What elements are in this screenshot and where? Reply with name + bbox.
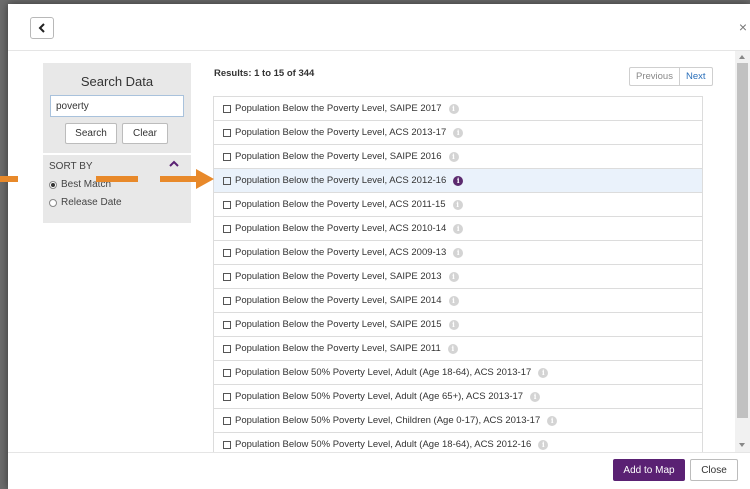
result-label: Population Below 50% Poverty Level, Chil… bbox=[235, 415, 541, 426]
sort-option-release-date[interactable]: Release Date bbox=[49, 197, 122, 208]
result-row[interactable]: Population Below the Poverty Level, SAIP… bbox=[214, 145, 702, 169]
results-list: Population Below the Poverty Level, SAIP… bbox=[213, 96, 703, 453]
result-label: Population Below 50% Poverty Level, Adul… bbox=[235, 367, 532, 378]
info-icon[interactable]: i bbox=[538, 367, 549, 378]
close-button[interactable]: Close bbox=[690, 459, 738, 481]
checkbox-icon[interactable] bbox=[223, 440, 231, 449]
info-icon[interactable]: i bbox=[453, 127, 464, 138]
radio-release-date[interactable] bbox=[49, 198, 57, 207]
checkbox-icon[interactable] bbox=[223, 152, 231, 161]
result-row[interactable]: Population Below 50% Poverty Level, Adul… bbox=[214, 361, 702, 385]
arrow-dash bbox=[96, 176, 138, 182]
result-label: Population Below 50% Poverty Level, Adul… bbox=[235, 439, 532, 450]
checkbox-icon[interactable] bbox=[223, 176, 231, 185]
result-label: Population Below the Poverty Level, ACS … bbox=[235, 199, 446, 210]
info-icon[interactable]: i bbox=[538, 439, 549, 450]
result-label: Population Below the Poverty Level, ACS … bbox=[235, 247, 447, 258]
add-to-map-button[interactable]: Add to Map bbox=[613, 459, 685, 481]
result-label: Population Below the Poverty Level, SAIP… bbox=[235, 295, 442, 306]
result-label: Population Below the Poverty Level, SAIP… bbox=[235, 319, 442, 330]
result-label: Population Below the Poverty Level, ACS … bbox=[235, 175, 447, 186]
checkbox-icon[interactable] bbox=[223, 368, 231, 377]
search-data-modal: × Search Data Search Clear SORT BY Best … bbox=[8, 4, 750, 489]
chevron-left-icon bbox=[38, 23, 45, 33]
info-icon[interactable]: i bbox=[452, 199, 463, 210]
info-icon[interactable]: i bbox=[448, 319, 459, 330]
previous-button[interactable]: Previous bbox=[630, 68, 680, 85]
checkbox-icon[interactable] bbox=[223, 104, 231, 113]
result-label: Population Below the Poverty Level, SAIP… bbox=[235, 343, 441, 354]
header-divider bbox=[8, 50, 750, 51]
result-row[interactable]: Population Below the Poverty Level, SAIP… bbox=[214, 97, 702, 121]
back-button[interactable] bbox=[30, 17, 54, 39]
info-icon[interactable]: i bbox=[453, 247, 464, 258]
arrow-dash bbox=[0, 176, 18, 182]
result-row[interactable]: Population Below the Poverty Level, SAIP… bbox=[214, 313, 702, 337]
sort-option-label: Release Date bbox=[61, 197, 122, 208]
result-row[interactable]: Population Below the Poverty Level, ACS … bbox=[214, 193, 702, 217]
search-button[interactable]: Search bbox=[65, 123, 117, 144]
scrollbar[interactable] bbox=[735, 51, 750, 452]
result-label: Population Below the Poverty Level, SAIP… bbox=[235, 151, 442, 162]
info-icon[interactable]: i bbox=[448, 295, 459, 306]
radio-best-match[interactable] bbox=[49, 180, 57, 189]
result-label: Population Below the Poverty Level, ACS … bbox=[235, 223, 447, 234]
scroll-thumb[interactable] bbox=[737, 63, 748, 418]
arrow-dash bbox=[160, 176, 196, 182]
info-icon[interactable]: i bbox=[530, 391, 541, 402]
checkbox-icon[interactable] bbox=[223, 224, 231, 233]
checkbox-icon[interactable] bbox=[223, 248, 231, 257]
arrow-head-icon bbox=[196, 169, 214, 189]
checkbox-icon[interactable] bbox=[223, 416, 231, 425]
result-row[interactable]: Population Below 50% Poverty Level, Adul… bbox=[214, 433, 702, 453]
checkbox-icon[interactable] bbox=[223, 200, 231, 209]
info-icon[interactable]: i bbox=[448, 271, 459, 282]
info-icon[interactable]: i bbox=[453, 223, 464, 234]
info-icon[interactable]: i bbox=[448, 151, 459, 162]
result-row[interactable]: Population Below the Poverty Level, ACS … bbox=[214, 241, 702, 265]
sort-panel: SORT BY Best Match Release Date bbox=[43, 155, 191, 223]
result-row[interactable]: Population Below 50% Poverty Level, Chil… bbox=[214, 409, 702, 433]
clear-button[interactable]: Clear bbox=[122, 123, 168, 144]
result-row[interactable]: Population Below 50% Poverty Level, Adul… bbox=[214, 385, 702, 409]
next-button[interactable]: Next bbox=[680, 68, 712, 85]
chevron-up-icon[interactable] bbox=[169, 159, 179, 169]
search-input[interactable] bbox=[50, 95, 184, 117]
result-label: Population Below the Poverty Level, SAIP… bbox=[235, 103, 442, 114]
search-title: Search Data bbox=[80, 74, 154, 89]
result-row[interactable]: Population Below the Poverty Level, ACS … bbox=[214, 217, 702, 241]
info-icon[interactable]: i bbox=[448, 103, 459, 114]
checkbox-icon[interactable] bbox=[223, 392, 231, 401]
result-row[interactable]: Population Below the Poverty Level, SAIP… bbox=[214, 289, 702, 313]
footer-divider bbox=[8, 452, 750, 453]
info-icon[interactable]: i bbox=[447, 343, 458, 354]
info-icon[interactable]: i bbox=[547, 415, 558, 426]
pager: Previous Next bbox=[629, 67, 713, 86]
checkbox-icon[interactable] bbox=[223, 128, 231, 137]
search-panel: Search Data Search Clear bbox=[43, 63, 191, 153]
scroll-down-icon[interactable] bbox=[739, 443, 745, 447]
result-label: Population Below the Poverty Level, ACS … bbox=[235, 127, 447, 138]
checkbox-icon[interactable] bbox=[223, 296, 231, 305]
results-summary: Results: 1 to 15 of 344 bbox=[214, 68, 315, 79]
result-label: Population Below 50% Poverty Level, Adul… bbox=[235, 391, 524, 402]
sort-title: SORT BY bbox=[49, 161, 93, 172]
result-row[interactable]: Population Below the Poverty Level, SAIP… bbox=[214, 265, 702, 289]
info-icon[interactable]: i bbox=[453, 175, 464, 186]
close-icon[interactable]: × bbox=[736, 20, 750, 34]
result-row[interactable]: Population Below the Poverty Level, ACS … bbox=[214, 169, 702, 193]
checkbox-icon[interactable] bbox=[223, 272, 231, 281]
result-label: Population Below the Poverty Level, SAIP… bbox=[235, 271, 442, 282]
result-row[interactable]: Population Below the Poverty Level, SAIP… bbox=[214, 337, 702, 361]
checkbox-icon[interactable] bbox=[223, 320, 231, 329]
scroll-up-icon[interactable] bbox=[739, 55, 745, 59]
result-row[interactable]: Population Below the Poverty Level, ACS … bbox=[214, 121, 702, 145]
checkbox-icon[interactable] bbox=[223, 344, 231, 353]
